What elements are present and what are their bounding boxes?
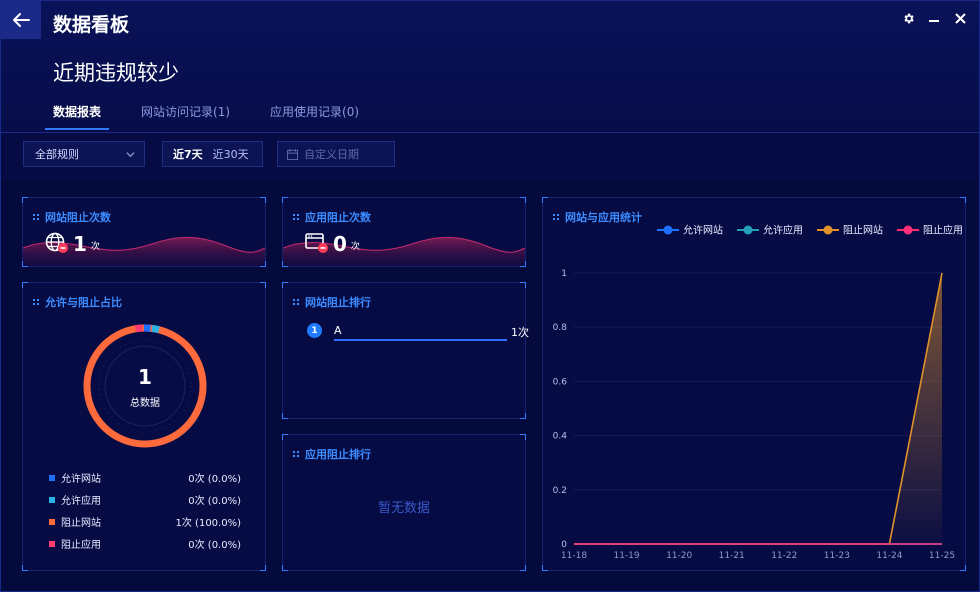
site-block-title: 网站阻止次数: [33, 209, 111, 225]
tab-data-report[interactable]: 数据报表: [44, 103, 110, 130]
x-tick-label: 11-18: [561, 551, 587, 561]
rule-select-value: 全部规则: [35, 148, 79, 161]
site-rank-panel: 网站阻止排行 1 A 1次: [282, 282, 529, 419]
close-icon: [954, 12, 966, 24]
app-rank-title: 应用阻止排行: [293, 446, 371, 462]
app-block-title: 应用阻止次数: [293, 209, 371, 225]
chevron-down-icon: [126, 152, 135, 158]
app-window: 数据看板 近期违规较少 数据报表 网站访问记录(1) 应用使用记录(0) 全部规…: [0, 0, 980, 592]
x-tick-label: 11-22: [771, 551, 797, 561]
legend-label: 阻止网站: [843, 224, 883, 237]
page-heading: 近期违规较少: [53, 61, 179, 85]
legend-swatch: [49, 496, 55, 503]
app-window-block-icon: [305, 233, 328, 253]
x-tick-label: 11-23: [824, 551, 850, 561]
rank-row[interactable]: 1 A 1次: [307, 323, 529, 343]
ratio-total-label: 总数据: [130, 398, 160, 409]
legend-item[interactable]: 阻止应用: [897, 224, 963, 237]
ratio-panel: 允许与阻止占比 1 总数据 允许网站 0次 (0.0%) 允许应用 0次 (0.…: [22, 282, 266, 571]
app-rank-panel: 应用阻止排行 暂无数据: [282, 434, 526, 571]
y-tick-label: 1: [561, 269, 567, 279]
legend-swatch: [49, 540, 55, 547]
y-tick-label: 0.6: [553, 377, 568, 387]
tab-bar: 数据报表 网站访问记录(1) 应用使用记录(0): [44, 103, 359, 130]
back-button[interactable]: [1, 1, 41, 39]
close-button[interactable]: [953, 11, 967, 25]
x-tick-label: 11-21: [719, 551, 745, 561]
drag-dots-icon: [33, 298, 39, 306]
legend-swatch: [49, 518, 55, 525]
gear-icon: [903, 13, 914, 23]
legend-allow-site: 允许网站 0次 (0.0%): [49, 470, 241, 485]
filter-bar: [1, 133, 979, 179]
ratio-title: 允许与阻止占比: [33, 294, 122, 310]
custom-date-placeholder: 自定义日期: [304, 148, 359, 161]
legend-label: 允许应用: [763, 224, 803, 237]
site-block-number: 1: [73, 232, 87, 256]
app-block-panel: 应用阻止次数 0 次: [282, 197, 526, 267]
legend-marker: [663, 225, 673, 235]
minimize-button[interactable]: [927, 11, 941, 25]
custom-date-input[interactable]: 自定义日期: [277, 141, 395, 167]
y-tick-label: 0.8: [553, 323, 568, 333]
app-block-number: 0: [333, 232, 347, 256]
rank-badge: 1: [307, 323, 322, 338]
ratio-total: 1: [138, 365, 152, 389]
legend-label: 允许网站: [683, 224, 723, 237]
drag-dots-icon: [33, 213, 39, 221]
x-tick-label: 11-19: [613, 551, 639, 561]
y-tick-label: 0.4: [553, 432, 568, 442]
app-block-value: 0 次: [305, 232, 360, 254]
series-area: [574, 273, 942, 544]
legend-item[interactable]: 允许应用: [737, 224, 803, 237]
arrow-left-icon: [13, 13, 30, 27]
site-block-value: 1 次: [45, 232, 100, 254]
settings-button[interactable]: [901, 11, 915, 25]
legend-marker: [743, 225, 753, 235]
legend-block-site: 阻止网站 1次 (100.0%): [49, 514, 241, 529]
globe-block-icon: [45, 232, 68, 253]
legend-item[interactable]: 允许网站: [657, 224, 723, 237]
x-tick-label: 11-20: [666, 551, 692, 561]
window-controls: [901, 11, 967, 25]
rule-select[interactable]: 全部规则: [23, 141, 145, 167]
empty-state-text: 暂无数据: [377, 501, 430, 516]
x-tick-label: 11-25: [929, 551, 955, 561]
tab-site-records[interactable]: 网站访问记录(1): [141, 103, 230, 130]
series-line: [574, 272, 943, 545]
drag-dots-icon: [293, 450, 299, 458]
site-rank-title: 网站阻止排行: [293, 294, 371, 310]
rank-site-name: A: [334, 324, 342, 337]
site-block-unit: 次: [90, 242, 100, 252]
app-block-unit: 次: [350, 242, 360, 252]
legend-label: 阻止应用: [923, 224, 963, 237]
legend-item[interactable]: 阻止网站: [817, 224, 883, 237]
drag-dots-icon: [293, 298, 299, 306]
legend-allow-app: 允许应用 0次 (0.0%): [49, 492, 241, 507]
legend-marker: [903, 225, 913, 235]
legend-swatch: [49, 474, 55, 481]
tab-app-records[interactable]: 应用使用记录(0): [270, 103, 359, 130]
range-30-days[interactable]: 近30天: [208, 146, 254, 162]
x-tick-label: 11-24: [876, 551, 902, 561]
calendar-icon: [287, 148, 298, 160]
legend-marker: [823, 225, 833, 235]
stats-panel: 网站与应用统计 0 0.2 0.4 0.6 0.8 1 11-18 11-19 11-20 11-…: [542, 197, 966, 571]
site-block-panel: 网站阻止次数 1 次: [22, 197, 266, 267]
stats-line-chart: 0 0.2 0.4 0.6 0.8 1 11-18 11-19 11-20 11-21 11-22 1…: [553, 224, 963, 562]
minimize-icon: [929, 20, 939, 22]
y-tick-label: 0.2: [553, 486, 567, 496]
rank-bar: [334, 339, 507, 341]
donut-segment-allow-site: [134, 324, 143, 333]
donut-segment-block-app: [151, 324, 160, 334]
rank-site-count: 1次: [511, 326, 529, 339]
date-range-toggle: 近7天 近30天: [162, 141, 263, 167]
range-7-days[interactable]: 近7天: [163, 146, 208, 162]
drag-dots-icon: [293, 213, 299, 221]
legend-block-app: 阻止应用 0次 (0.0%): [49, 536, 241, 551]
app-title: 数据看板: [53, 14, 130, 36]
y-tick-label: 0: [561, 540, 567, 550]
